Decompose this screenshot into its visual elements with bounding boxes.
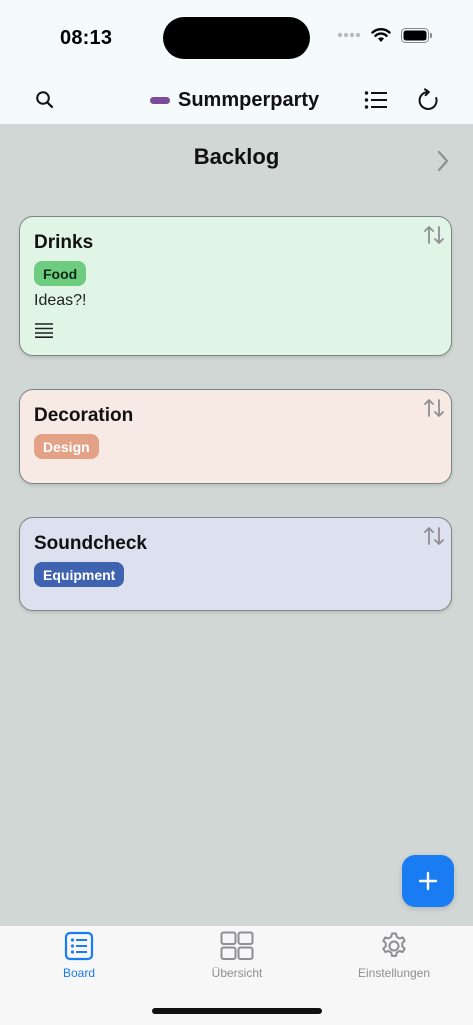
- tab-board-label: Board: [62, 966, 96, 980]
- gear-icon: [382, 932, 406, 957]
- cellular-signal-icon: [337, 32, 361, 38]
- tab-overview-label: Übersicht: [211, 966, 263, 980]
- board-title-label: Summperparty: [178, 88, 320, 111]
- chevron-right-icon: [437, 150, 449, 172]
- list-view-button[interactable]: [362, 86, 390, 114]
- dynamic-island: [163, 17, 310, 59]
- wifi-icon: [371, 28, 391, 42]
- sort-arrows-icon: [424, 226, 444, 244]
- card-title: Drinks: [34, 232, 94, 253]
- reorder-handle[interactable]: [423, 398, 445, 423]
- add-card-button[interactable]: [402, 855, 454, 907]
- home-indicator: [152, 1008, 322, 1014]
- card-tag: Equipment: [34, 562, 125, 587]
- card-drinks[interactable]: Drinks Food Ideas?!: [19, 216, 452, 356]
- reorder-handle[interactable]: [423, 225, 445, 250]
- tab-board[interactable]: Board: [19, 931, 139, 991]
- card-title: Decoration: [34, 405, 134, 426]
- list-icon: [364, 91, 387, 109]
- nav-bar: Summperparty: [0, 76, 473, 124]
- card-decoration[interactable]: Decoration Design: [19, 389, 452, 484]
- card-tag: Food: [34, 261, 87, 286]
- status-icons: [337, 27, 433, 43]
- text-lines-icon: [35, 323, 53, 338]
- column-title: Backlog: [193, 144, 280, 169]
- card-soundcheck[interactable]: Soundcheck Equipment: [19, 517, 452, 611]
- tab-settings[interactable]: Einstellungen: [334, 931, 454, 991]
- board-color-indicator: [150, 96, 170, 104]
- board-title[interactable]: Summperparty: [150, 86, 319, 114]
- battery-icon: [401, 27, 432, 43]
- reorder-handle[interactable]: [423, 526, 445, 551]
- next-column-button[interactable]: [437, 150, 449, 177]
- grid-icon: [220, 931, 254, 960]
- tab-overview[interactable]: Übersicht: [177, 931, 297, 991]
- card-details-button[interactable]: [34, 322, 54, 343]
- card-description: Ideas?!: [34, 292, 87, 309]
- search-icon: [36, 91, 54, 109]
- card-tag: Design: [34, 434, 99, 459]
- column-header: Backlog: [0, 140, 473, 180]
- status-time: 08:13: [60, 27, 113, 49]
- board-list-icon: [64, 931, 94, 961]
- refresh-icon: [418, 88, 438, 110]
- card-title: Soundcheck: [34, 533, 147, 554]
- sort-arrows-icon: [424, 527, 444, 545]
- refresh-button[interactable]: [414, 86, 442, 114]
- status-bar: 08:13: [0, 0, 473, 76]
- sort-arrows-icon: [424, 399, 444, 417]
- tab-settings-label: Einstellungen: [357, 966, 431, 980]
- plus-icon: [418, 871, 438, 891]
- search-button[interactable]: [31, 86, 59, 114]
